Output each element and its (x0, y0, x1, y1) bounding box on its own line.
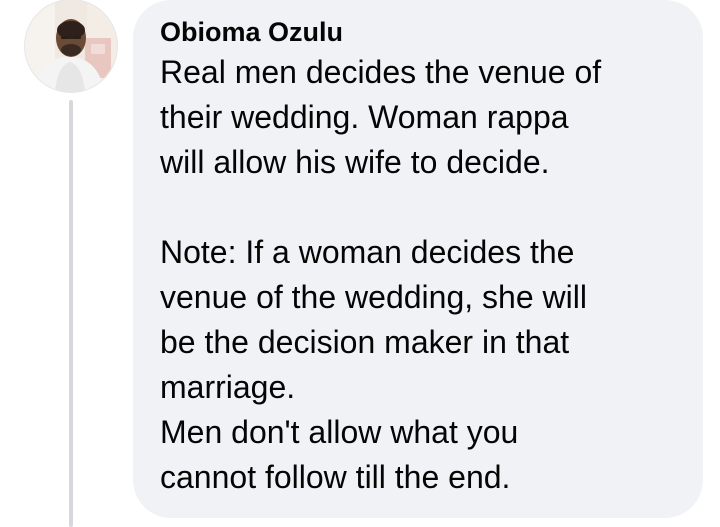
profile-photo-icon (25, 0, 117, 92)
comment-line: be the decision maker in that (160, 324, 570, 360)
thread-connector-line (69, 100, 73, 527)
comment-text: Real men decides the venue of their wedd… (160, 50, 683, 500)
comment-line: Real men decides the venue of (160, 54, 602, 90)
comment-line: will allow his wife to decide. (160, 144, 550, 180)
comment-bubble: Obioma Ozulu Real men decides the venue … (133, 0, 703, 518)
avatar[interactable] (25, 0, 117, 92)
comment-author-name[interactable]: Obioma Ozulu (160, 14, 683, 50)
comment-thread: Obioma Ozulu Real men decides the venue … (0, 0, 720, 527)
comment-line: cannot follow till the end. (160, 459, 511, 495)
comment-line: venue of the wedding, she will (160, 279, 587, 315)
comment-line: their wedding. Woman rappa (160, 99, 569, 135)
comment-line: Note: If a woman decides the (160, 234, 575, 270)
comment-line: Men don't allow what you (160, 414, 519, 450)
comment-line: marriage. (160, 369, 296, 405)
